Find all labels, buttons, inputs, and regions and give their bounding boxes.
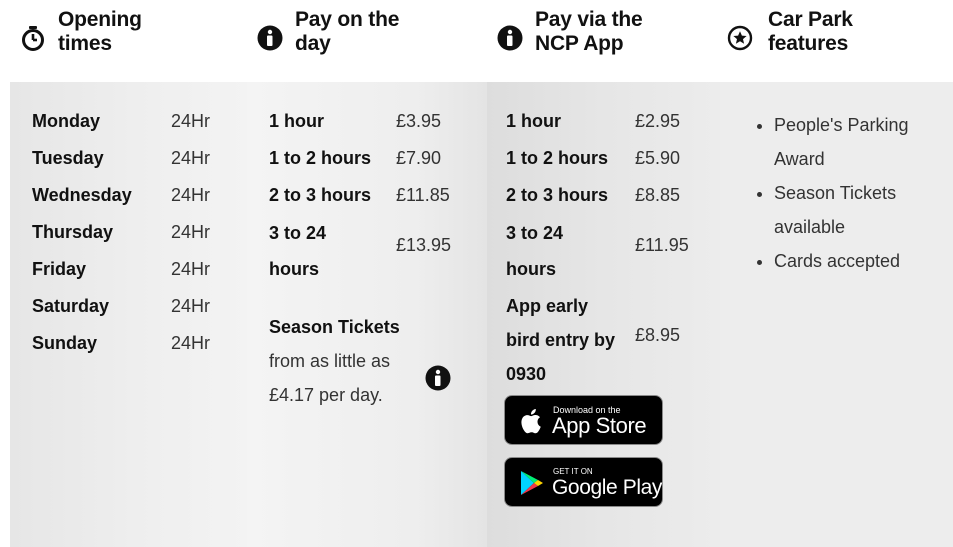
day-name: Monday: [32, 111, 101, 131]
car-park-features-column: Car Park features People's Parking Award…: [720, 0, 953, 547]
rate-duration: 1 hour: [506, 111, 562, 131]
day-name: Wednesday: [32, 185, 132, 205]
opening-times-title: Opening times: [58, 8, 142, 56]
info-icon: [497, 25, 523, 51]
title-line: times: [58, 32, 112, 55]
day-hours: 24Hr: [171, 296, 211, 316]
day-row: Monday 24Hr: [32, 110, 247, 147]
car-park-info-panel: Opening times Monday 24Hr Tuesday 24Hr Wed…: [0, 0, 953, 547]
rate-row: 1 hour £3.95: [269, 110, 487, 147]
season-tickets-link[interactable]: Season Tickets: [269, 317, 400, 337]
title-line: Opening: [58, 8, 142, 31]
feature-item: Cards accepted: [774, 244, 945, 278]
info-icon[interactable]: [425, 365, 451, 391]
rate-duration: 2 to 3 hours: [269, 185, 372, 205]
opening-times-body: Monday 24Hr Tuesday 24Hr Wednesday 24Hr Thu…: [10, 82, 247, 547]
day-name: Friday: [32, 259, 87, 279]
features-list: People's Parking Award Season Tickets av…: [748, 108, 945, 278]
rate-row: 1 to 2 hours £5.90: [506, 147, 720, 184]
day-name: Thursday: [32, 222, 114, 242]
title-line: Car Park: [768, 8, 853, 31]
rate-price: £3.95: [396, 111, 442, 131]
rate-duration: 1 to 2 hours: [269, 148, 372, 168]
day-name: Tuesday: [32, 148, 104, 168]
rate-duration: 1 hour: [269, 111, 325, 131]
pay-via-app-header: Pay via the NCP App: [487, 0, 720, 82]
car-park-features-title: Car Park features: [768, 8, 853, 56]
day-row: Sunday 24Hr: [32, 332, 247, 369]
apple-icon: [521, 409, 541, 434]
pay-on-the-day-body: 1 hour £3.95 1 to 2 hours £7.90 2 to 3 hou…: [247, 82, 487, 547]
rate-price: £5.90: [635, 148, 681, 168]
rate-row: 3 to 24 hours £11.95: [506, 221, 720, 295]
day-row: Saturday 24Hr: [32, 295, 247, 332]
pay-on-the-day-column: Pay on the day 1 hour £3.95 1 to 2 hours £…: [247, 0, 487, 547]
rate-price: £8.85: [635, 185, 681, 205]
rate-duration: 3 to 24 hours: [506, 223, 564, 279]
title-line: features: [768, 32, 849, 55]
rate-duration: 1 to 2 hours: [506, 148, 609, 168]
star-circle-icon: [727, 25, 753, 51]
day-hours: 24Hr: [171, 148, 211, 168]
title-line: Pay on the: [295, 8, 400, 31]
stopwatch-icon: [22, 26, 44, 51]
rate-row: 1 hour £2.95: [506, 110, 720, 147]
day-row: Thursday 24Hr: [32, 221, 247, 258]
rate-duration: App early bird entry by 0930: [506, 296, 616, 384]
opening-times-column: Opening times Monday 24Hr Tuesday 24Hr Wed…: [10, 0, 247, 547]
rate-duration: 3 to 24 hours: [269, 223, 327, 279]
day-row: Wednesday 24Hr: [32, 184, 247, 221]
day-hours: 24Hr: [171, 222, 211, 242]
day-rates-list: 1 hour £3.95 1 to 2 hours £7.90 2 to 3 hou…: [269, 110, 487, 295]
day-hours: 24Hr: [171, 333, 211, 353]
info-icon: [257, 25, 283, 51]
rate-price: £11.95: [635, 235, 689, 255]
day-hours: 24Hr: [171, 185, 211, 205]
rate-row: App early bird entry by 0930 £8.95: [506, 295, 720, 387]
opening-times-header: Opening times: [10, 0, 247, 82]
day-name: Sunday: [32, 333, 98, 353]
feature-item: Season Tickets available: [774, 176, 945, 244]
title-line: Pay via the: [535, 8, 643, 31]
pay-via-app-title: Pay via the NCP App: [535, 8, 643, 56]
day-name: Saturday: [32, 296, 110, 316]
day-hours: 24Hr: [171, 259, 211, 279]
rate-price: £7.90: [396, 148, 442, 168]
season-tickets-description: from as little as £4.17 per day.: [269, 351, 391, 405]
car-park-features-body: People's Parking Award Season Tickets av…: [720, 82, 953, 547]
pay-on-the-day-header: Pay on the day: [247, 0, 487, 82]
day-row: Tuesday 24Hr: [32, 147, 247, 184]
rate-row: 1 to 2 hours £7.90: [269, 147, 487, 184]
rate-price: £13.95: [396, 235, 452, 255]
app-store-button[interactable]: Download on the App Store: [504, 395, 663, 445]
rate-duration: 2 to 3 hours: [506, 185, 609, 205]
google-play-label: Google Play: [552, 476, 663, 499]
rate-price: £8.95: [635, 325, 681, 345]
pay-on-the-day-title: Pay on the day: [295, 8, 399, 56]
day-hours: 24Hr: [171, 111, 211, 131]
app-store-label: App Store: [552, 413, 647, 438]
rate-price: £11.85: [396, 185, 450, 205]
title-line: day: [295, 32, 331, 55]
title-line: NCP App: [535, 32, 624, 55]
car-park-features-header: Car Park features: [720, 0, 953, 82]
feature-item: People's Parking Award: [774, 108, 945, 176]
pay-via-app-body: 1 hour £2.95 1 to 2 hours £5.90 2 to 3 hou…: [487, 82, 720, 547]
pay-via-app-column: Pay via the NCP App 1 hour £2.95 1 to 2 h…: [487, 0, 720, 547]
rate-price: £2.95: [635, 111, 681, 131]
opening-hours-list: Monday 24Hr Tuesday 24Hr Wednesday 24Hr Thu…: [32, 110, 247, 369]
google-play-button[interactable]: GET IT ON Google Play: [504, 457, 663, 507]
app-rates-list: 1 hour £2.95 1 to 2 hours £5.90 2 to 3 hou…: [506, 110, 720, 387]
day-row: Friday 24Hr: [32, 258, 247, 295]
season-tickets-text: Season Tickets from as little as £4.17 p…: [269, 310, 409, 412]
google-play-icon: [521, 471, 543, 495]
rate-row: 3 to 24 hours £13.95: [269, 221, 487, 295]
